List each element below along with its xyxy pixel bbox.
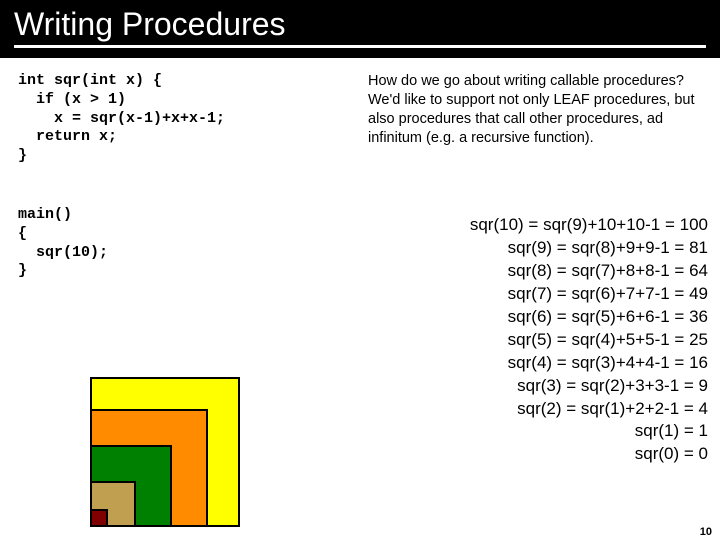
calc-line: sqr(3) = sqr(2)+3+3-1 = 9 — [378, 375, 708, 398]
calc-line: sqr(5) = sqr(4)+5+5-1 = 25 — [378, 329, 708, 352]
calc-line: sqr(2) = sqr(1)+2+2-1 = 4 — [378, 398, 708, 421]
calc-line: sqr(9) = sqr(8)+9+9-1 = 81 — [378, 237, 708, 260]
calc-line: sqr(8) = sqr(7)+8+8-1 = 64 — [378, 260, 708, 283]
nested-squares-figure — [90, 372, 245, 527]
slide-title: Writing Procedures — [14, 6, 706, 48]
calc-line: sqr(7) = sqr(6)+7+7-1 = 49 — [378, 283, 708, 306]
calc-line: sqr(0) = 0 — [378, 443, 708, 466]
page-number: 10 — [700, 526, 712, 538]
code-sqr: int sqr(int x) { if (x > 1) x = sqr(x-1)… — [18, 72, 225, 166]
slide-content: int sqr(int x) { if (x > 1) x = sqr(x-1)… — [0, 58, 720, 542]
calc-line: sqr(1) = 1 — [378, 420, 708, 443]
description-text: How do we go about writing callable proc… — [368, 72, 698, 147]
code-main: main() { sqr(10); } — [18, 206, 108, 281]
title-bar: Writing Procedures — [0, 0, 720, 58]
calc-line: sqr(10) = sqr(9)+10+10-1 = 100 — [378, 214, 708, 237]
calculation-list: sqr(10) = sqr(9)+10+10-1 = 100 sqr(9) = … — [378, 214, 708, 466]
square-darkred — [90, 509, 108, 527]
calc-line: sqr(4) = sqr(3)+4+4-1 = 16 — [378, 352, 708, 375]
calc-line: sqr(6) = sqr(5)+6+6-1 = 36 — [378, 306, 708, 329]
